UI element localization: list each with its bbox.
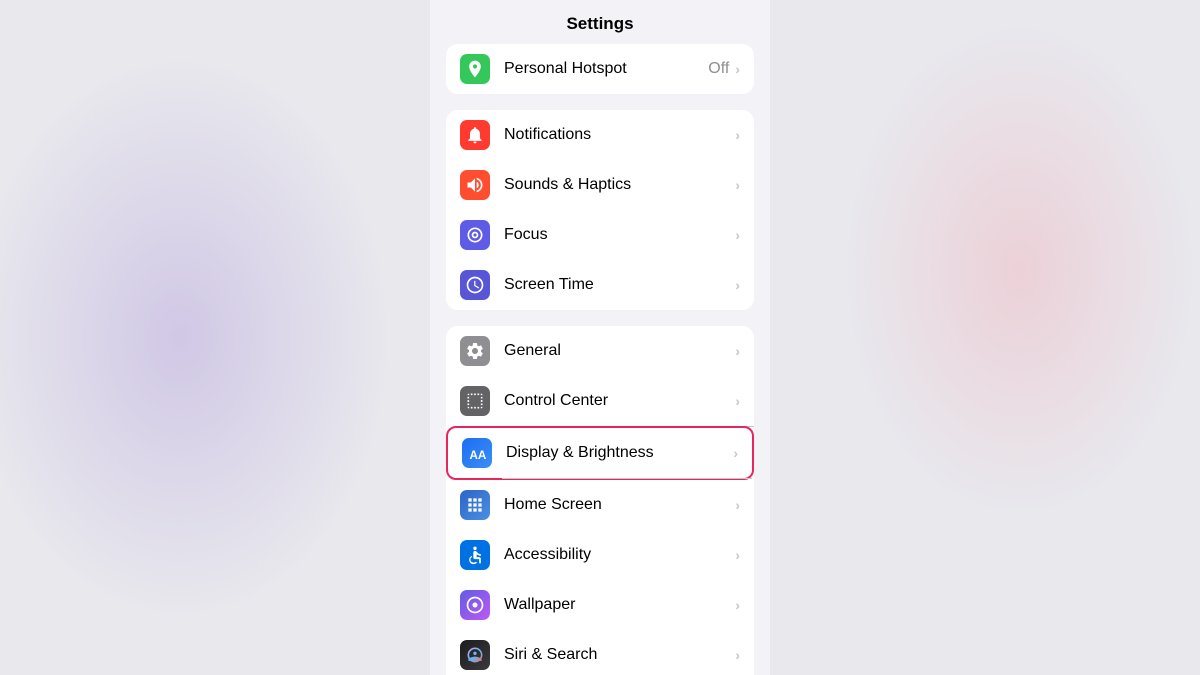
siri-icon [460,640,490,670]
display-brightness-label: Display & Brightness [506,444,733,462]
home-screen-label: Home Screen [504,496,735,514]
phone-frame: Settings Personal Hotspot Off › Notifica… [430,0,770,675]
personal-hotspot-icon [460,54,490,84]
sounds-label: Sounds & Haptics [504,176,735,194]
row-screen-time[interactable]: Screen Time › [446,260,754,310]
screen-time-label: Screen Time [504,276,735,294]
wallpaper-label: Wallpaper [504,596,735,614]
notifications-label: Notifications [504,126,735,144]
accessibility-icon [460,540,490,570]
sounds-chevron: › [735,177,740,193]
row-wallpaper[interactable]: Wallpaper › [446,580,754,630]
display-brightness-chevron: › [733,445,738,461]
control-center-label: Control Center [504,392,735,410]
row-focus[interactable]: Focus › [446,210,754,260]
personal-hotspot-label: Personal Hotspot [504,60,708,78]
control-center-chevron: › [735,393,740,409]
row-accessibility[interactable]: Accessibility › [446,530,754,580]
focus-icon [460,220,490,250]
notifications-chevron: › [735,127,740,143]
row-home-screen[interactable]: Home Screen › [446,480,754,530]
row-control-center[interactable]: Control Center › [446,376,754,426]
wallpaper-icon [460,590,490,620]
svg-text:AA: AA [470,449,487,462]
siri-chevron: › [735,647,740,663]
personal-hotspot-value: Off [708,60,729,78]
screen-time-chevron: › [735,277,740,293]
display-brightness-icon: AA [462,438,492,468]
section-display: General › Control Center › AA Display & … [446,326,754,675]
personal-hotspot-chevron: › [735,61,740,77]
home-screen-icon [460,490,490,520]
row-personal-hotspot[interactable]: Personal Hotspot Off › [446,44,754,94]
settings-list: Personal Hotspot Off › Notifications › S… [430,44,770,675]
row-notifications[interactable]: Notifications › [446,110,754,160]
notifications-icon [460,120,490,150]
row-sounds-haptics[interactable]: Sounds & Haptics › [446,160,754,210]
row-display-brightness[interactable]: AA Display & Brightness › [446,426,754,480]
sounds-icon [460,170,490,200]
focus-label: Focus [504,226,735,244]
wallpaper-chevron: › [735,597,740,613]
control-center-icon [460,386,490,416]
general-chevron: › [735,343,740,359]
siri-label: Siri & Search [504,646,735,664]
home-screen-chevron: › [735,497,740,513]
accessibility-chevron: › [735,547,740,563]
row-siri-search[interactable]: Siri & Search › [446,630,754,675]
general-label: General [504,342,735,360]
accessibility-label: Accessibility [504,546,735,564]
section-notifications: Notifications › Sounds & Haptics › Focus… [446,110,754,310]
general-icon [460,336,490,366]
section-top: Personal Hotspot Off › [446,44,754,94]
page-title: Settings [430,0,770,44]
row-general[interactable]: General › [446,326,754,376]
screen-time-icon [460,270,490,300]
focus-chevron: › [735,227,740,243]
